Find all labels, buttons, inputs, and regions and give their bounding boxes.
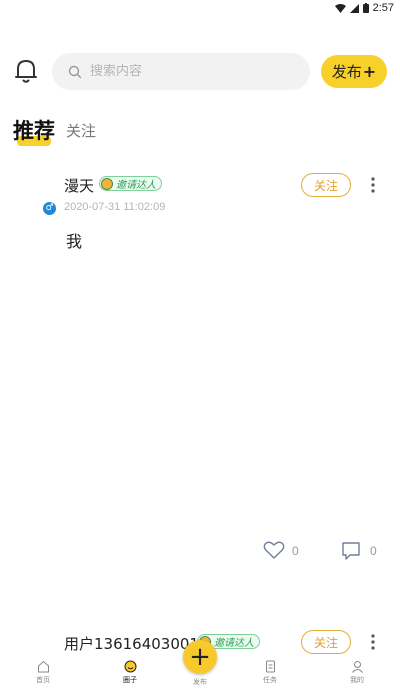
nav-item-task[interactable]: 任务 — [250, 660, 290, 685]
like-count: 0 — [292, 544, 299, 558]
publish-plus: + — [362, 62, 377, 81]
wifi-icon — [334, 3, 346, 13]
bell-icon[interactable] — [14, 58, 38, 84]
heart-icon[interactable] — [263, 540, 285, 560]
task-icon — [265, 660, 275, 673]
plus-icon: + — [189, 642, 211, 672]
more-icon[interactable] — [368, 175, 378, 195]
nav-item-home[interactable]: 首页 — [23, 660, 63, 685]
post-content[interactable]: 我 — [66, 228, 82, 252]
follow-button[interactable]: 关注 — [301, 173, 351, 197]
follow-button[interactable]: 关注 — [301, 630, 351, 654]
user-icon — [351, 661, 363, 673]
nav-label-task: 任务 — [263, 676, 277, 684]
status-time: 2:57 — [372, 2, 394, 14]
home-icon — [37, 660, 49, 673]
post-username[interactable]: 用户13616403001 — [64, 633, 199, 654]
male-icon: ♂ — [43, 202, 56, 215]
nav-item-circle[interactable]: 圈子 — [110, 660, 150, 685]
nav-label-home: 首页 — [36, 676, 50, 684]
more-icon[interactable] — [368, 632, 378, 652]
nav-label-circle: 圈子 — [123, 676, 137, 684]
nav-label-profile: 我的 — [350, 676, 364, 684]
tab-follow[interactable]: 关注 — [66, 120, 96, 141]
status-bar: 2:57 — [0, 0, 400, 18]
post-username[interactable]: 漫天 — [64, 175, 94, 196]
nav-label-publish: 发布 — [193, 678, 207, 686]
search-icon — [68, 65, 82, 78]
tab-recommend[interactable]: 推荐 — [13, 115, 55, 145]
circle-icon — [124, 660, 136, 673]
badge-label: 邀请达人 — [214, 638, 254, 649]
invite-badge: 邀请达人 — [99, 176, 162, 191]
comment-icon[interactable] — [341, 541, 361, 561]
post-time: 2020-07-31 11:02:09 — [64, 201, 166, 213]
nav-item-profile[interactable]: 我的 — [337, 660, 377, 685]
search-bar[interactable] — [52, 53, 310, 90]
comment-count: 0 — [370, 544, 377, 558]
publish-button[interactable]: 发布 + — [321, 55, 387, 88]
nav-publish-button[interactable]: + — [183, 640, 217, 674]
search-input[interactable] — [90, 64, 280, 79]
battery-icon — [362, 3, 369, 13]
signal-icon — [349, 3, 359, 13]
badge-label: 邀请达人 — [116, 180, 156, 191]
badge-avatar-icon — [101, 177, 113, 190]
status-icons: 2:57 — [334, 2, 394, 14]
publish-label: 发布 — [331, 63, 362, 81]
